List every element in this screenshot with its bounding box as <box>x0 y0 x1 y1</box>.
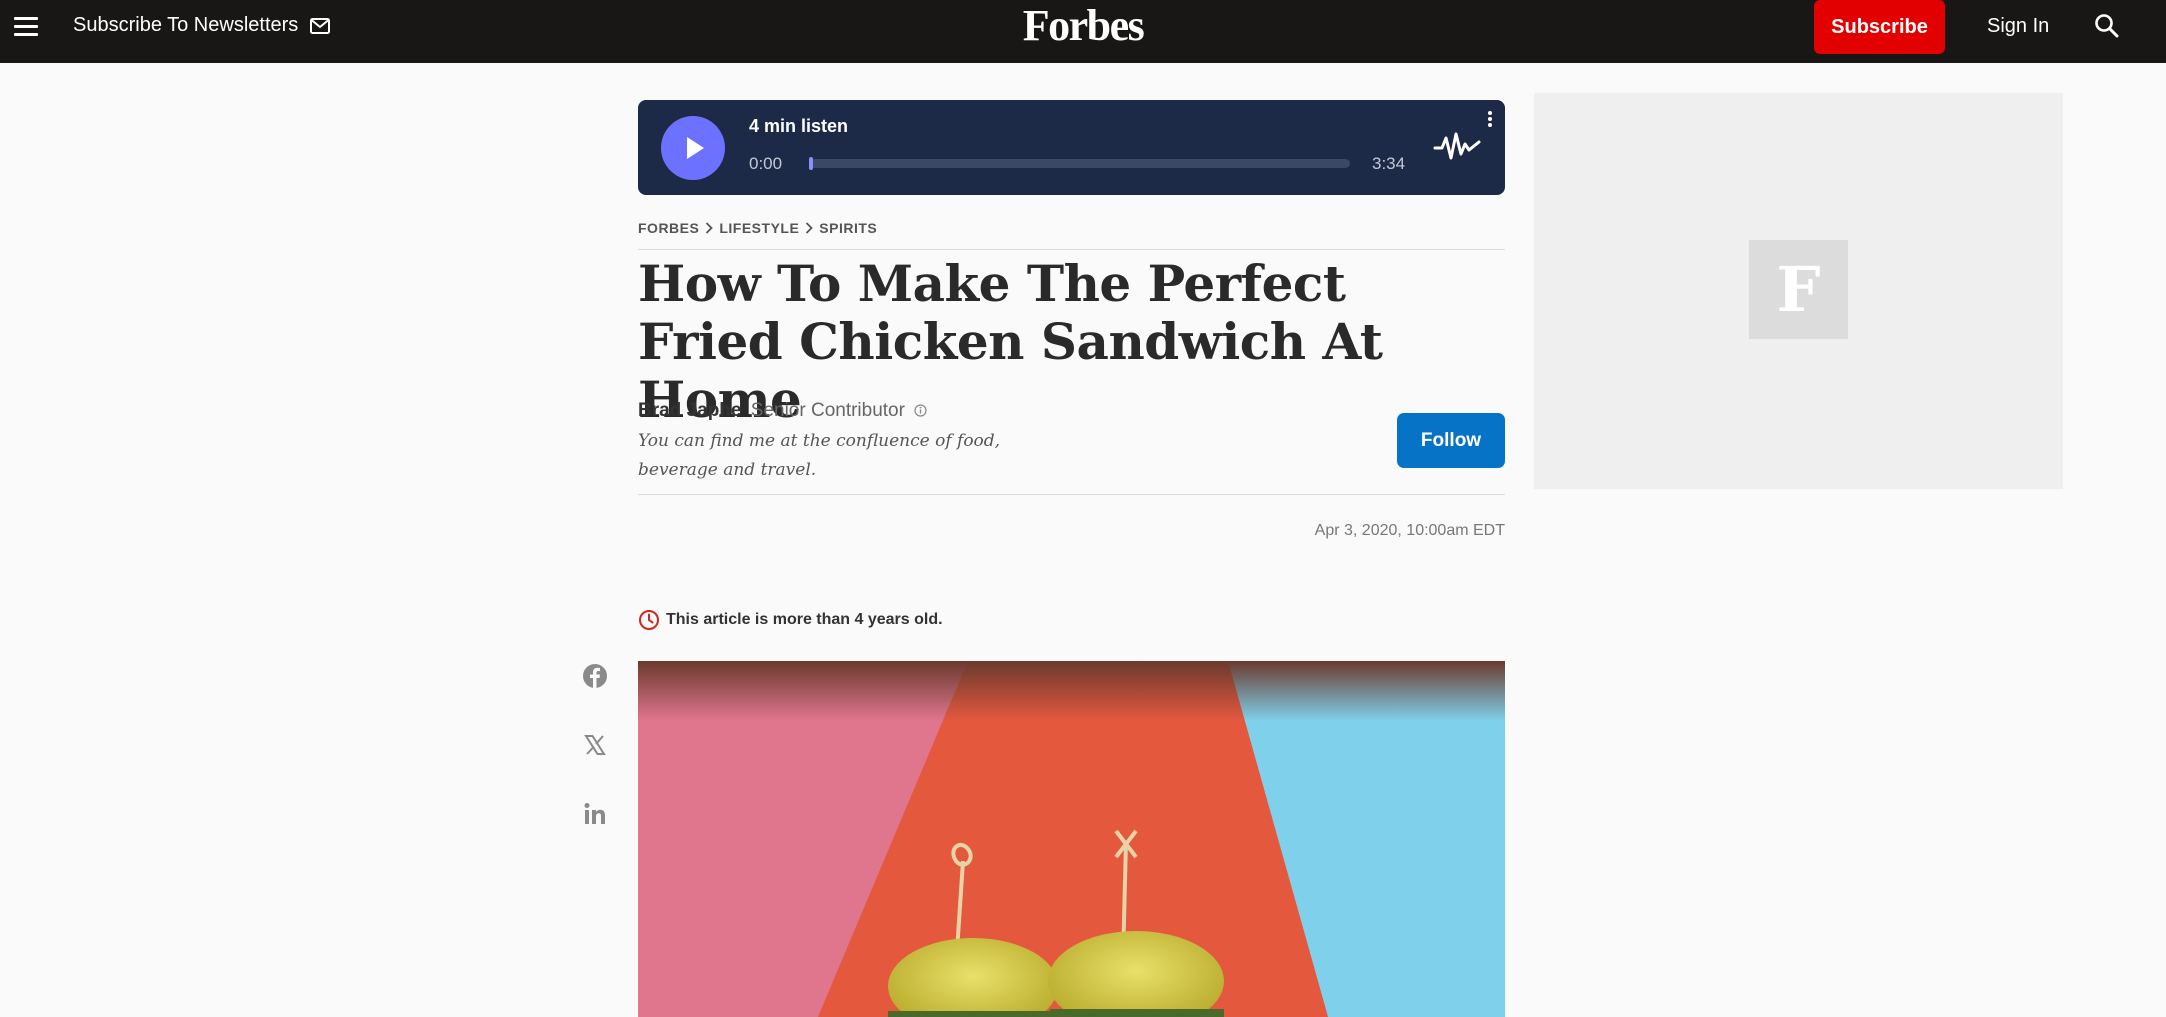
divider <box>638 494 1505 495</box>
advertisement-placeholder: F <box>1534 93 2063 489</box>
sign-in-link[interactable]: Sign In <box>1987 15 2049 38</box>
author-role: Senior Contributor <box>750 400 905 421</box>
total-time: 3:34 <box>1372 154 1406 173</box>
x-twitter-icon[interactable] <box>581 731 609 759</box>
forbes-f-logo: F <box>1749 240 1848 339</box>
publish-date: Apr 3, 2020, 10:00am EDT <box>1314 522 1505 539</box>
more-options-icon[interactable] <box>1487 110 1493 133</box>
chevron-right-icon <box>706 222 714 234</box>
chevron-right-icon <box>806 222 814 234</box>
subscribe-newsletters-link[interactable]: Subscribe To Newsletters <box>73 14 331 37</box>
breadcrumb-lifestyle[interactable]: LIFESTYLE <box>719 220 799 236</box>
audio-wave-logo-icon <box>1433 128 1481 169</box>
author-bio: You can find me at the confluence of foo… <box>638 431 1001 480</box>
author-line: Brad Japhe Senior Contributor <box>638 400 927 422</box>
listen-duration-label: 4 min listen <box>749 116 849 136</box>
follow-button[interactable]: Follow <box>1397 413 1505 468</box>
breadcrumb-spirits[interactable]: SPIRITS <box>819 220 877 236</box>
play-icon <box>687 137 704 159</box>
info-icon[interactable] <box>914 404 927 418</box>
hamburger-menu-icon[interactable] <box>14 16 38 36</box>
breadcrumb: FORBES LIFESTYLE SPIRITS <box>638 220 877 236</box>
audio-progress-bar[interactable] <box>809 157 1350 170</box>
facebook-icon[interactable] <box>581 662 609 690</box>
top-navigation-bar: Subscribe To Newsletters Forbes Subscrib… <box>0 0 2166 63</box>
progress-handle[interactable] <box>809 157 813 170</box>
linkedin-icon[interactable] <box>581 800 609 828</box>
play-button[interactable] <box>661 116 725 180</box>
article-age-notice: This article is more than 4 years old. <box>638 609 943 631</box>
article-hero-image <box>638 661 1505 1017</box>
author-name[interactable]: Brad Japhe <box>638 400 741 421</box>
age-notice-text: This article is more than 4 years old. <box>666 611 943 628</box>
divider <box>638 249 1505 250</box>
breadcrumb-forbes[interactable]: FORBES <box>638 220 699 236</box>
search-icon[interactable] <box>2094 13 2120 44</box>
forbes-logo[interactable]: Forbes <box>1023 1 1145 50</box>
audio-player: 4 min listen 0:00 3:34 <box>638 100 1505 195</box>
newsletter-label: Subscribe To Newsletters <box>73 14 299 36</box>
subscribe-button[interactable]: Subscribe <box>1814 0 1945 54</box>
current-time: 0:00 <box>749 154 783 173</box>
clock-icon <box>639 610 659 630</box>
mail-icon <box>310 17 331 34</box>
